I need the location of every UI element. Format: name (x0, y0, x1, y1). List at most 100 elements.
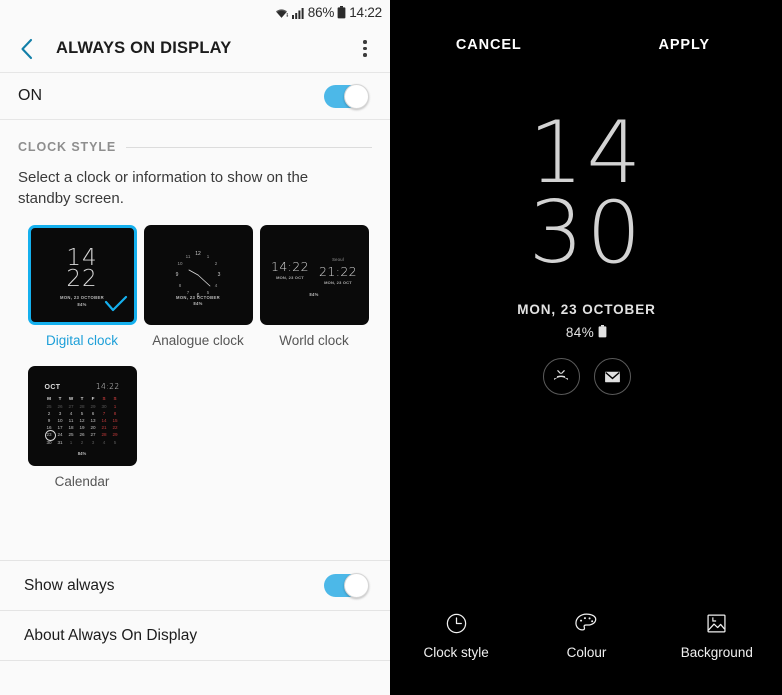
tab-colour-label: Colour (566, 645, 607, 660)
settings-panel: 86% 14:22 ALWAYS ON DISPLAY ON CLOCK STY… (0, 0, 391, 695)
tab-background-label: Background (680, 645, 753, 660)
thumb-calendar-week-row: 23 24 25 26 27 28 29 (41, 430, 124, 442)
message-envelope-icon[interactable] (593, 357, 631, 395)
thumb-analogue-battery: 84% (193, 301, 203, 307)
app-screen: 86% 14:22 ALWAYS ON DISPLAY ON CLOCK STY… (0, 0, 782, 695)
weekday-cell: F (91, 396, 95, 402)
clock-style-option-world[interactable]: 14:22 MON, 23 OCT Seoul 21:22 MON, 23 OC… (256, 225, 372, 348)
section-divider (126, 146, 372, 148)
clock-style-section-title: CLOCK STYLE (18, 140, 117, 154)
tab-colour[interactable]: Colour (531, 609, 641, 660)
thumb-world-right-city: Seoul (332, 257, 344, 263)
thumb-calendar-grid: M TWT F S S 25 26 27 28 29 30 1 2345678 9 10 11 12 13 1… (41, 395, 124, 445)
aod-master-toggle-row[interactable]: ON (0, 72, 390, 120)
aod-date: MON, 23 OCTOBER (517, 301, 656, 317)
aod-action-bar: CANCEL APPLY (391, 0, 782, 72)
thumb-calendar-battery: 84% (77, 450, 87, 456)
selected-check-icon (104, 295, 128, 318)
thumb-calendar-week-row: 9 10 11 12 13 14 15 (47, 417, 118, 423)
thumb-calendar-month: OCT (44, 384, 61, 392)
about-aod-label: About Always On Display (24, 626, 198, 644)
thumb-digital-battery: 84% (77, 301, 87, 307)
thumb-world-right-date: MON, 23 OCT (324, 280, 352, 286)
clock-style-label-calendar: Calendar (54, 474, 110, 490)
thumb-calendar-week-row: 2345678 (47, 410, 117, 416)
aod-preview-panel: CANCEL APPLY 14 30 MON, 23 OCTOBER 84% C… (391, 0, 782, 695)
weekday-cell: S (102, 396, 106, 402)
svg-text:10: 10 (177, 261, 183, 266)
svg-text:4: 4 (215, 283, 218, 288)
about-aod-row[interactable]: About Always On Display (0, 610, 390, 660)
clock-style-description: Select a clock or information to show on… (18, 169, 309, 207)
thumb-world-right-time: 21:22 (319, 264, 358, 280)
clock-style-label-analogue: Analogue clock (152, 333, 244, 349)
thumb-analogue-date: MON, 23 OCTOBER (175, 294, 221, 300)
show-always-label: Show always (24, 576, 115, 594)
show-always-row[interactable]: Show always (0, 560, 390, 610)
back-chevron-icon[interactable] (16, 38, 38, 60)
thumb-digital-minute: 22 (66, 266, 98, 293)
svg-text:8: 8 (179, 283, 182, 288)
thumb-digital-date: MON, 23 OCTOBER (59, 295, 105, 301)
overflow-menu-icon[interactable] (354, 37, 376, 61)
app-bar: ALWAYS ON DISPLAY (0, 25, 390, 72)
thumb-world-left-date: MON, 23 OCT (276, 275, 304, 281)
battery-icon (337, 6, 346, 19)
aod-battery-status: 84% (565, 324, 607, 341)
clock-style-label-digital: Digital clock (45, 333, 119, 349)
svg-text:9: 9 (176, 272, 179, 278)
svg-text:1: 1 (207, 254, 210, 259)
weekday-cell: S (113, 396, 117, 402)
clock-icon (445, 609, 468, 637)
weekday-cell: W (68, 396, 74, 402)
aod-battery-percent: 84% (565, 325, 595, 341)
world-clock-thumbnail[interactable]: 14:22 MON, 23 OCT Seoul 21:22 MON, 23 OC… (259, 225, 369, 326)
clock-style-thumbnail-grid: 14 22 MON, 23 OCTOBER 84% Digital clock (0, 209, 390, 489)
wifi-icon (274, 7, 289, 19)
cancel-button[interactable]: CANCEL (391, 37, 587, 53)
weekday-cell: T (58, 396, 62, 402)
svg-text:2: 2 (215, 261, 218, 266)
thumb-calendar-weekday-row: M TWT F S S (41, 395, 124, 402)
aod-hour: 14 (528, 103, 645, 203)
aod-clock-preview: 14 30 MON, 23 OCTOBER 84% (391, 72, 782, 599)
svg-text:11: 11 (186, 254, 191, 259)
clock-style-label-world: World clock (279, 333, 349, 349)
aod-tab-bar: Clock style Colour Background (391, 599, 782, 695)
thumb-calendar-time: 14:22 (95, 382, 120, 392)
bottom-spacer (0, 660, 390, 695)
clock-style-section-header: CLOCK STYLE (0, 120, 390, 160)
clock-style-option-calendar[interactable]: OCT 14:22 MTWTFSS 25 26 27 28 29 30 1 23456 (24, 366, 140, 489)
battery-percent: 86% (307, 5, 335, 20)
weekday-cell: M (47, 396, 51, 402)
tab-background[interactable]: Background (662, 609, 772, 660)
battery-icon (598, 324, 607, 341)
svg-text:12: 12 (195, 251, 201, 257)
weekday-cell: T (80, 396, 84, 402)
settings-rows: Show always About Always On Display (0, 560, 390, 695)
page-title: ALWAYS ON DISPLAY (56, 39, 232, 57)
signal-bars-icon (291, 7, 305, 19)
aod-notification-icons (542, 357, 631, 395)
apply-button[interactable]: APPLY (587, 37, 782, 53)
digital-clock-thumbnail[interactable]: 14 22 MON, 23 OCTOBER 84% (27, 225, 137, 326)
aod-master-toggle-label: ON (18, 87, 42, 104)
status-bar: 86% 14:22 (0, 0, 390, 25)
palette-icon (574, 609, 599, 637)
status-bar-clock: 14:22 (349, 5, 382, 20)
missed-call-icon[interactable] (542, 357, 580, 395)
thumb-world-left-time: 14:22 (270, 259, 309, 275)
thumb-world-battery: 84% (309, 292, 319, 298)
clock-style-option-analogue[interactable]: 12 1 2 3 4 5 6 7 8 9 10 11 MON, 23 OCTOB… (140, 225, 256, 348)
analogue-clock-thumbnail[interactable]: 12 1 2 3 4 5 6 7 8 9 10 11 MON, 23 OCTOB… (143, 225, 253, 326)
svg-text:3: 3 (218, 272, 221, 278)
clock-style-option-digital[interactable]: 14 22 MON, 23 OCTOBER 84% Digital clock (24, 225, 140, 348)
tab-clock-style-label: Clock style (423, 645, 489, 660)
image-icon (705, 609, 728, 637)
show-always-toggle-switch[interactable] (324, 573, 369, 598)
aod-minute: 30 (528, 182, 645, 283)
calendar-thumbnail[interactable]: OCT 14:22 MTWTFSS 25 26 27 28 29 30 1 23456 (27, 366, 137, 467)
tab-clock-style[interactable]: Clock style (401, 609, 511, 660)
aod-master-toggle-switch[interactable] (324, 83, 369, 109)
thumb-calendar-week-row: 25 26 27 28 29 30 1 (46, 403, 117, 409)
